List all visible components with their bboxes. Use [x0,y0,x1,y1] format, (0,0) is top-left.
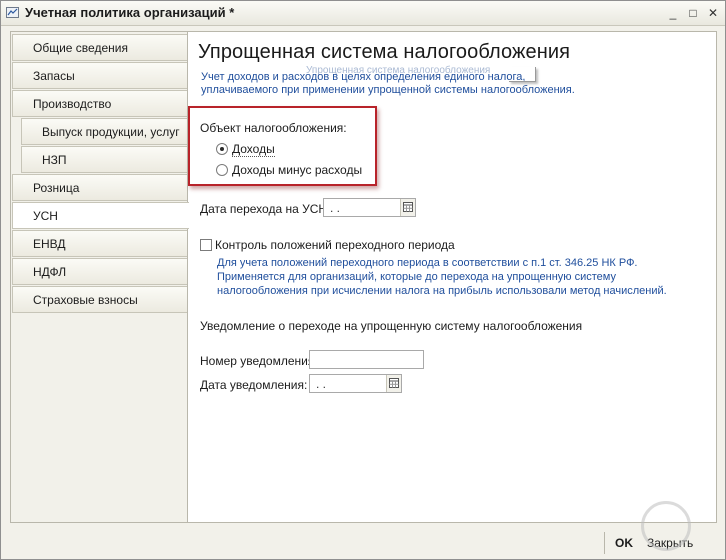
notification-number-label: Номер уведомления: [200,354,318,368]
transition-note-line-2: Применяется для организаций, которые до … [217,271,616,283]
calendar-icon[interactable] [400,199,415,216]
notification-heading: Уведомление о переходе на упрощенную сис… [200,319,583,333]
transition-date-label: Дата перехода на УСН: [200,202,331,216]
title-bar: Учетная политика организаций * _ □ ✕ [1,1,725,26]
sidebar-item-retail[interactable]: Розница [12,174,187,201]
notification-date-value: . . [316,377,327,391]
watermark-logo [641,501,691,551]
sidebar-item-label: Выпуск продукции, услуг [42,125,180,139]
page-title: Упрощенная система налогообложения [198,41,571,63]
sidebar-item-usn[interactable]: УСН [12,202,189,229]
sidebar-item-inventory[interactable]: Запасы [12,62,187,89]
sidebar-item-envd[interactable]: ЕНВД [12,230,187,257]
transition-note-line-3: налогообложения при исчислении налога на… [217,285,667,297]
notification-date-label: Дата уведомления: [200,378,308,392]
sidebar-item-label: НДФЛ [33,265,67,279]
sidebar-item-label: Розница [33,181,80,195]
sidebar-item-label: УСН [33,209,58,223]
sidebar-item-ndfl[interactable]: НДФЛ [12,258,187,285]
window-title: Учетная политика организаций * [25,5,235,20]
sidebar-item-insurance[interactable]: Страховые взносы [12,286,187,313]
sidebar-item-output[interactable]: Выпуск продукции, услуг [21,118,187,145]
sidebar-item-label: Страховые взносы [33,293,138,307]
tax-object-label: Объект налогообложения: [200,121,347,135]
ok-button[interactable]: OK [615,536,633,550]
notification-date-field[interactable]: . . [309,374,402,393]
transition-note-line-1: Для учета положений переходного периода … [217,257,638,269]
minimize-button[interactable]: _ [665,5,681,21]
transition-control-label[interactable]: Контроль положений переходного периода [215,238,455,252]
sidebar-item-general[interactable]: Общие сведения [12,34,187,61]
notification-number-field[interactable] [309,350,424,369]
radio-income-minus-expenses[interactable] [216,164,228,176]
description-line-2: уплачиваемого при применении упрощенной … [201,84,575,96]
description-line-1: Учет доходов и расходов в целях определе… [201,71,526,83]
sidebar-item-production[interactable]: Производство [12,90,187,117]
transition-control-checkbox[interactable] [200,239,212,251]
usn-panel: Упрощенная система налогообложения Упрощ… [188,32,716,522]
sidebar: Общие сведения Запасы Производство Выпус… [11,32,189,522]
maximize-button[interactable]: □ [685,5,701,21]
radio-income-label[interactable]: Доходы [232,142,275,157]
transition-date-value: . . [330,201,341,215]
transition-date-field[interactable]: . . [323,198,416,217]
radio-income[interactable] [216,143,228,155]
radio-income-minus-expenses-label[interactable]: Доходы минус расходы [232,163,362,177]
content-area: Общие сведения Запасы Производство Выпус… [10,31,717,523]
app-icon [6,7,19,18]
footer-bar: OK Закрыть [1,529,725,559]
close-window-button[interactable]: ✕ [705,5,721,21]
sidebar-item-label: НЗП [42,153,67,167]
tooltip-shadow [509,67,536,82]
window: Учетная политика организаций * _ □ ✕ Общ… [0,0,726,560]
sidebar-item-label: Запасы [33,69,75,83]
footer-divider [604,532,605,554]
sidebar-item-label: Общие сведения [33,41,128,55]
sidebar-item-wip[interactable]: НЗП [21,146,187,173]
sidebar-item-label: ЕНВД [33,237,66,251]
calendar-icon[interactable] [386,375,401,392]
sidebar-item-label: Производство [33,97,112,111]
